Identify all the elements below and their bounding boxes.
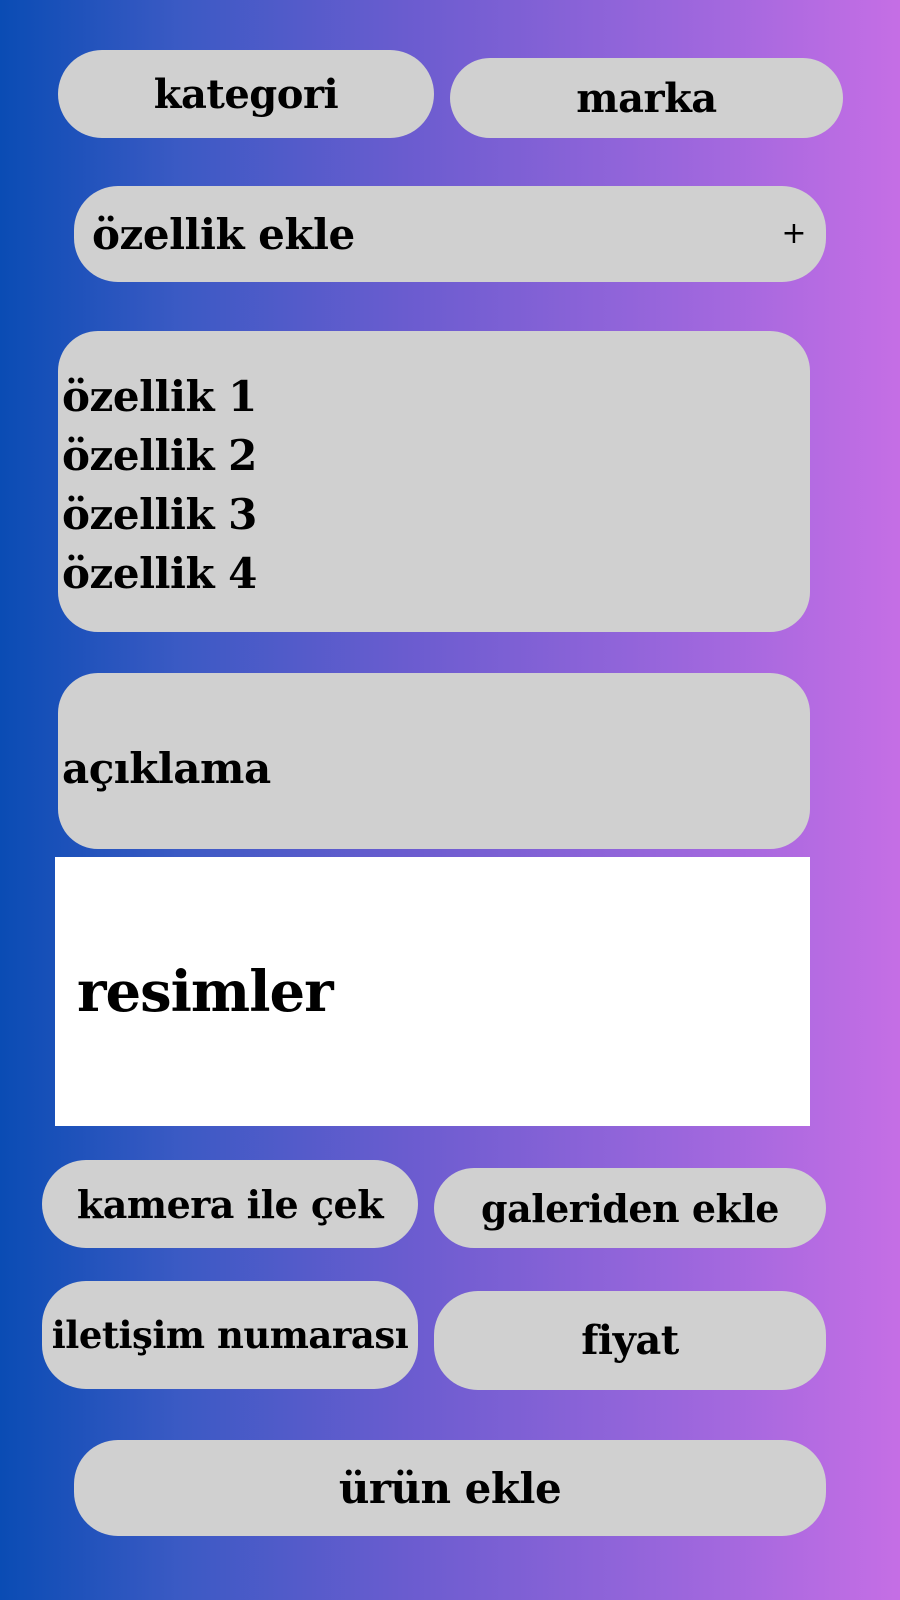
category-button-label: kategori [153,70,339,118]
description-field[interactable]: açıklama [58,673,810,849]
add-product-label: ürün ekle [338,1463,562,1513]
add-from-gallery-button[interactable]: galeriden ekle [434,1168,826,1248]
add-feature-label: özellik ekle [92,209,355,259]
plus-icon[interactable]: + [781,219,806,249]
feature-list: özellik 1 özellik 2 özellik 3 özellik 4 [58,331,810,632]
feature-item-2[interactable]: özellik 2 [62,426,810,485]
brand-button-label: marka [576,74,717,122]
add-product-button[interactable]: ürün ekle [74,1440,826,1536]
category-button[interactable]: kategori [58,50,434,138]
add-feature-field[interactable]: özellik ekle + [74,186,826,282]
feature-item-3[interactable]: özellik 3 [62,485,810,544]
images-area: resimler [55,857,810,1126]
take-photo-label: kamera ile çek [76,1181,384,1227]
take-photo-button[interactable]: kamera ile çek [42,1160,418,1248]
feature-item-4[interactable]: özellik 4 [62,544,810,603]
contact-number-label: iletişim numarası [51,1313,409,1357]
feature-item-1[interactable]: özellik 1 [62,367,810,426]
brand-button[interactable]: marka [450,58,843,138]
description-label: açıklama [62,743,271,793]
add-from-gallery-label: galeriden ekle [481,1185,779,1231]
images-label: resimler [77,958,334,1025]
price-field[interactable]: fiyat [434,1291,826,1390]
contact-number-field[interactable]: iletişim numarası [42,1281,418,1389]
price-label: fiyat [581,1317,679,1364]
